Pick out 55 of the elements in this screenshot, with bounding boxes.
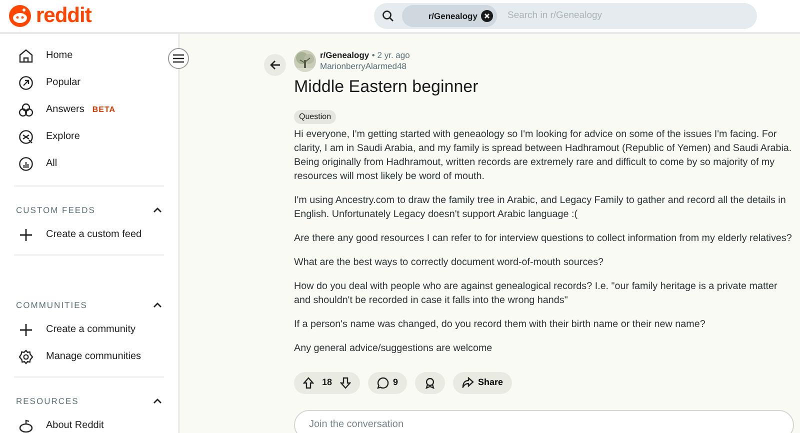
subreddit-chip[interactable]: r/Genealogy bbox=[402, 5, 498, 27]
search-field[interactable]: r/Genealogy Search in r/Genealogy bbox=[374, 3, 758, 29]
caret-icon bbox=[153, 398, 162, 404]
comment-input[interactable]: Join the conversation bbox=[294, 410, 794, 433]
sidebar-item[interactable]: Home bbox=[0, 42, 178, 69]
sidebar-item[interactable]: Explore bbox=[0, 123, 178, 150]
plus-icon bbox=[18, 226, 34, 242]
menu-button[interactable] bbox=[168, 48, 189, 69]
reddit-logo-icon[interactable] bbox=[8, 4, 32, 28]
back-button[interactable] bbox=[264, 54, 286, 76]
beta-label: BETA bbox=[92, 104, 116, 116]
sidebar-item[interactable]: Create a custom feed bbox=[0, 221, 178, 248]
post-paragraph: Hi everyone, I'm getting started with geneaology so I'm looking for advice on some of the issues I'm facing. For clarity, I am in Saudi Arabia, and my family is spread between Hadhramout (Republic of Yemen) and Saudi Arabia. Being originally from Hadhramout, written records are extremely rare and difficult to come by so majority of my resources will most likely be word of mouth. bbox=[294, 128, 793, 184]
plus-icon bbox=[18, 322, 34, 338]
caret-icon bbox=[153, 207, 162, 213]
post-title: Middle Eastern beginner bbox=[294, 76, 480, 98]
compass-icon bbox=[18, 128, 34, 144]
comment-icon bbox=[377, 376, 390, 388]
caret-icon bbox=[153, 302, 162, 308]
author-link[interactable]: MarionberryAlarmed48 bbox=[320, 61, 410, 72]
subreddit-link[interactable]: r/Genealogy bbox=[320, 50, 370, 60]
circles-icon bbox=[18, 102, 34, 118]
sidebar-item[interactable]: About Reddit bbox=[0, 412, 178, 433]
chart-circle-icon bbox=[18, 156, 34, 172]
comments-button[interactable]: 9 bbox=[368, 372, 408, 394]
post-paragraph: I'm using Ancestry.com to draw the family tree in Arabic, and Legacy Family to gather and record all the details in English. Unfortunately Legacy doesn't support Arabic language :( bbox=[294, 194, 787, 222]
post-time: • 2 yr. ago bbox=[372, 50, 410, 60]
section-header[interactable]: CUSTOM FEEDS bbox=[0, 199, 178, 221]
upvote-icon[interactable] bbox=[303, 376, 314, 388]
alien-head-icon bbox=[18, 418, 34, 433]
share-icon bbox=[462, 377, 474, 388]
back-arrow-icon bbox=[270, 60, 280, 70]
post-paragraph: What are the best ways to correctly document word-of-mouth sources? bbox=[294, 256, 605, 270]
sidebar-item[interactable]: Popular bbox=[0, 69, 178, 96]
flair-tag: Question bbox=[294, 110, 336, 124]
sidebar-item[interactable]: Manage communities bbox=[0, 343, 178, 370]
section-header[interactable]: COMMUNITIES bbox=[0, 294, 178, 316]
close-icon[interactable] bbox=[481, 10, 494, 22]
downvote-icon[interactable] bbox=[340, 376, 352, 388]
award-button[interactable] bbox=[415, 372, 446, 394]
vote-count: 18 bbox=[322, 376, 332, 389]
menu-icon bbox=[173, 54, 184, 63]
sidebar-item[interactable]: Create a community bbox=[0, 316, 178, 343]
post-paragraph: If a person's name was changed, do you record them with their birth name or their new name? bbox=[294, 318, 706, 332]
share-button[interactable]: Share bbox=[453, 372, 512, 394]
post-paragraph: Any general advice/suggestions are welcome bbox=[294, 342, 494, 356]
sidebar-item[interactable]: All bbox=[0, 150, 178, 177]
settings-icon bbox=[18, 348, 34, 364]
section-header[interactable]: RESOURCES bbox=[0, 390, 178, 412]
sidebar-item[interactable]: Answers BETA bbox=[0, 96, 178, 123]
home-icon bbox=[18, 48, 34, 64]
award-icon bbox=[424, 376, 436, 388]
search-icon bbox=[382, 10, 394, 22]
post-paragraph: Are there any good resources I can refer to for interview questions to collect information from my elderly relatives? bbox=[294, 232, 793, 246]
post-paragraph: How do you deal with people who are against genealogical records? I.e. "our family heritage is a private matter and shouldn't be recorded in case it falls into the wrong hands" bbox=[294, 280, 778, 308]
